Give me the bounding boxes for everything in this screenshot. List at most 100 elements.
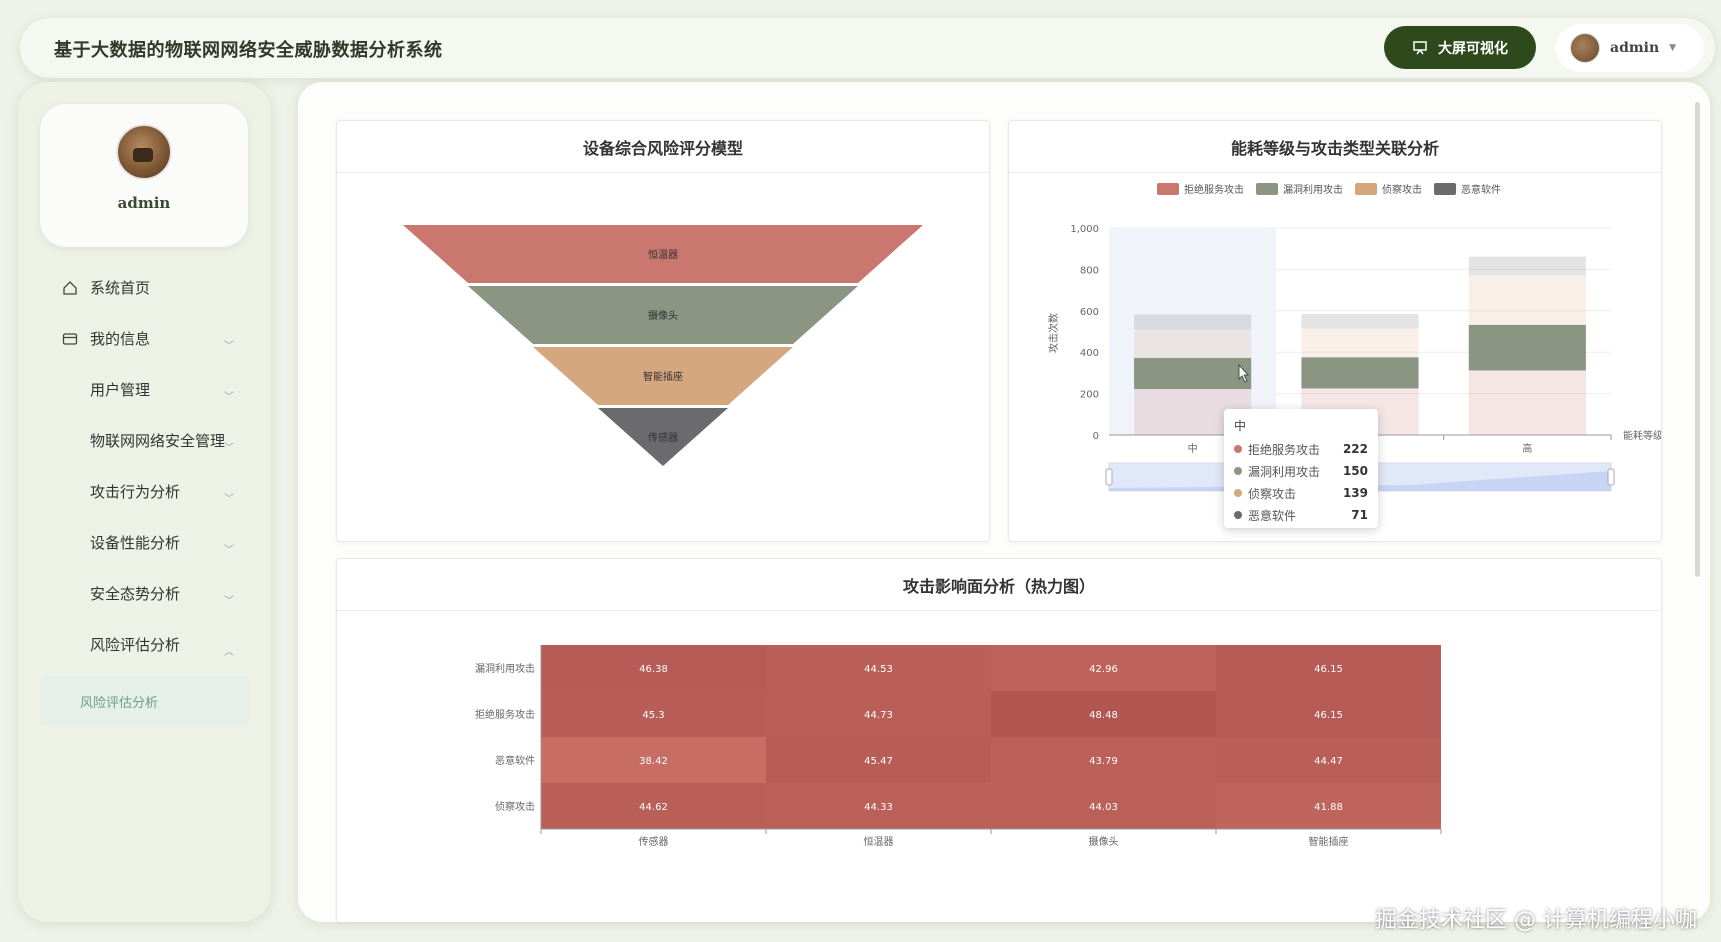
legend-label: 拒绝服务攻击: [1184, 183, 1244, 196]
chevron-down-icon: ﹀: [224, 494, 234, 505]
funnel-chart-card: 设备综合风险评分模型 恒温器摄像头智能插座传感器: [336, 120, 990, 542]
series-dot: [1234, 445, 1242, 453]
tooltip-row: 拒绝服务攻击 222: [1234, 438, 1368, 460]
tooltip-series-name: 恶意软件: [1248, 508, 1297, 523]
submenu-item-risk-assessment[interactable]: 风险评估分析: [40, 676, 250, 726]
chevron-down-icon: ﹀: [224, 443, 234, 454]
chart-title: 攻击影响面分析（热力图）: [337, 559, 1661, 611]
bar-segment: [1468, 324, 1586, 371]
sidebar-item-home[interactable]: 系统首页: [40, 262, 250, 313]
legend-swatch: [1355, 183, 1377, 195]
sidebar-item-my-info[interactable]: 我的信息 ﹀: [40, 313, 250, 364]
y-tick-label: 800: [1080, 265, 1099, 276]
funnel-label: 恒温器: [648, 248, 678, 261]
heatmap-value: 44.33: [864, 802, 893, 813]
funnel-label: 摄像头: [648, 309, 678, 322]
sidebar-item-label: 风险评估分析: [90, 636, 181, 654]
bar-segment: [1134, 314, 1252, 330]
profile-card: admin: [40, 104, 248, 247]
y-tick-label: 200: [1080, 390, 1099, 401]
presentation-icon: [1413, 40, 1427, 54]
legend-label: 侦察攻击: [1382, 183, 1422, 196]
x-tick-label: 传感器: [639, 835, 669, 848]
profile-avatar: [116, 124, 172, 180]
chevron-down-icon: ﹀: [224, 341, 234, 352]
heatmap-value: 45.47: [864, 756, 893, 767]
home-icon: [63, 280, 77, 295]
main-content: 设备综合风险评分模型 恒温器 摄像头 智能插座 传感器 能耗等级与攻击类型关联分析 拒…: [298, 82, 1710, 922]
chevron-up-icon: ︿: [224, 647, 234, 658]
x-tick-label: 恒温器: [864, 835, 894, 848]
series-dot: [1234, 489, 1242, 497]
chart-tooltip: 中 拒绝服务攻击 222 漏洞利用攻击 150 侦察攻击 139 恶意软件 71: [1224, 409, 1378, 528]
grid-icon: [62, 433, 78, 449]
y-tick-label: 400: [1080, 348, 1099, 359]
sidebar-item-label: 攻击行为分析: [90, 483, 181, 501]
tooltip-value: 139: [1342, 486, 1368, 500]
funnel-label: 传感器: [648, 431, 678, 444]
heatmap-value: 46.15: [1314, 710, 1343, 721]
sidebar-item-label: 设备性能分析: [90, 534, 181, 552]
sidebar-item-users[interactable]: 用户管理 ﹀: [40, 364, 250, 415]
user-name: admin: [1610, 40, 1660, 56]
chart-title: 设备综合风险评分模型: [337, 121, 989, 173]
big-screen-button[interactable]: 大屏可视化: [1384, 26, 1536, 69]
heatmap-value: 38.42: [639, 756, 668, 767]
heatmap-value: 41.88: [1314, 802, 1343, 813]
sidebar-item-risk-assessment[interactable]: 风险评估分析 ︿: [40, 619, 250, 670]
sidebar-item-security-posture[interactable]: 安全态势分析 ﹀: [40, 568, 250, 619]
tooltip-value: 71: [1351, 508, 1368, 522]
sidebar-item-device-performance[interactable]: 设备性能分析 ﹀: [40, 517, 250, 568]
sidebar-item-label: 我的信息: [90, 330, 151, 348]
funnel-label: 智能插座: [643, 370, 683, 383]
chevron-down-icon: ﹀: [224, 392, 234, 403]
tooltip-value: 222: [1342, 442, 1368, 456]
x-tick-label: 摄像头: [1089, 835, 1119, 848]
legend-swatch: [1157, 183, 1179, 195]
heatmap-value: 48.48: [1089, 710, 1118, 721]
x-axis-label: 能耗等级: [1623, 429, 1661, 442]
series-dot: [1234, 467, 1242, 475]
tooltip-series-name: 拒绝服务攻击: [1248, 442, 1321, 457]
watermark: 掘金技术社区 @ 计算机编程小咖: [1375, 908, 1697, 933]
x-tick-label: 中: [1188, 442, 1198, 455]
chevron-down-icon: ﹀: [224, 596, 234, 607]
y-tick-label: 0: [1093, 431, 1099, 442]
caret-down-icon: ▼: [1669, 43, 1677, 53]
card-icon: [62, 332, 78, 345]
x-tick-label: 智能插座: [1309, 835, 1349, 848]
app-title: 基于大数据的物联网网络安全威胁数据分析系统: [54, 40, 443, 61]
heatmap-value: 44.73: [864, 710, 893, 721]
chart-title: 能耗等级与攻击类型关联分析: [1009, 121, 1661, 173]
big-screen-label: 大屏可视化: [1438, 40, 1508, 57]
legend-label: 恶意软件: [1461, 183, 1501, 196]
sidebar-item-label: 系统首页: [90, 279, 151, 297]
grid-icon: [62, 484, 78, 500]
avatar: [1570, 33, 1600, 63]
y-tick-label: 600: [1080, 307, 1099, 318]
sidebar-menu: 系统首页 我的信息 ﹀ 用户管理 ﹀ 物联网网络安全管理 ﹀ 攻击行为分析 ﹀ …: [40, 262, 250, 726]
zoom-handle-left: [1105, 468, 1113, 486]
grid-icon: [62, 382, 78, 398]
heatmap-value: 46.38: [639, 664, 668, 675]
heatmap-value: 46.15: [1314, 664, 1343, 675]
sidebar-item-iot-security[interactable]: 物联网网络安全管理 ﹀: [40, 415, 250, 466]
chevron-down-icon: ﹀: [224, 545, 234, 556]
tooltip-value: 150: [1342, 464, 1368, 478]
heatmap-value: 43.79: [1089, 756, 1118, 767]
heatmap-value: 44.47: [1314, 756, 1343, 767]
tooltip-series-name: 漏洞利用攻击: [1248, 464, 1321, 479]
sidebar-item-attack-analysis[interactable]: 攻击行为分析 ﹀: [40, 466, 250, 517]
sidebar: admin 系统首页 我的信息 ﹀ 用户管理 ﹀ 物联网网络安全管理 ﹀ 攻击行…: [18, 82, 271, 922]
legend-swatch: [1434, 183, 1456, 195]
y-tick-label: 恶意软件: [495, 754, 535, 767]
tooltip-category: 中: [1234, 419, 1247, 433]
user-menu[interactable]: admin ▼: [1556, 24, 1704, 72]
scrollbar[interactable]: [1695, 102, 1700, 577]
bar-segment: [1301, 313, 1419, 329]
bar-segment: [1301, 328, 1419, 358]
bar-segment: [1134, 357, 1252, 390]
bar-segment: [1468, 370, 1586, 435]
sidebar-item-label: 物联网网络安全管理: [90, 432, 226, 450]
zoom-handle-right: [1607, 468, 1615, 486]
